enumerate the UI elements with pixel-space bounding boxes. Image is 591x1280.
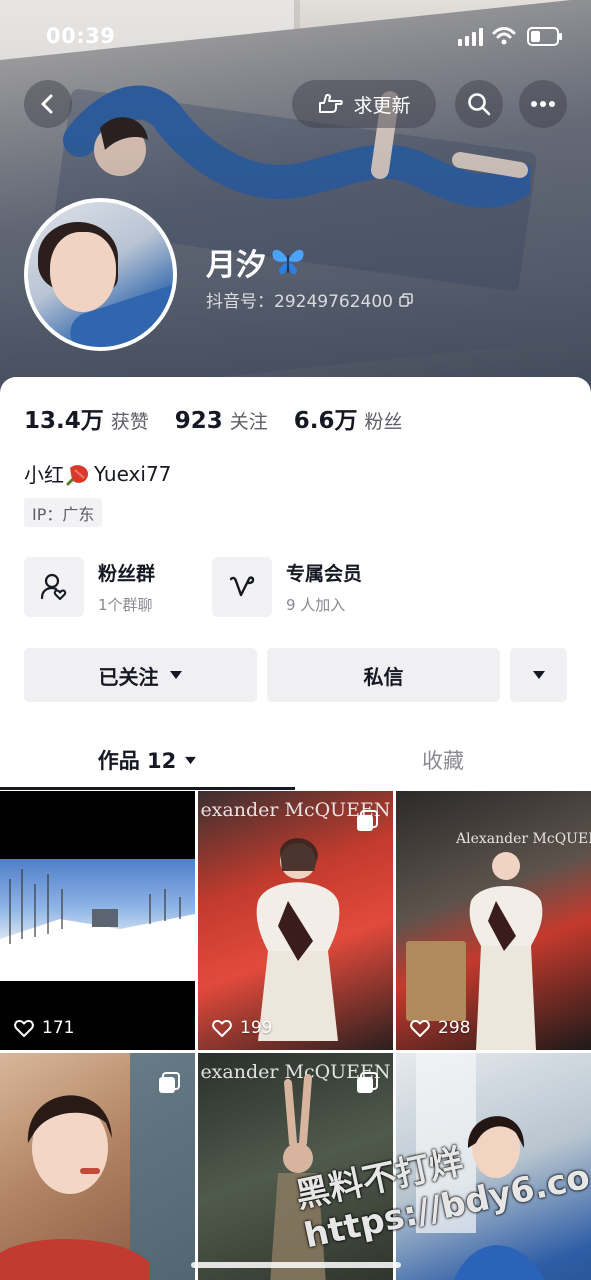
douyin-id: 抖音号：29249762400	[206, 287, 413, 312]
heart-outline-icon	[14, 1020, 34, 1037]
more-options-button[interactable]	[519, 80, 567, 128]
heart-outline-icon	[410, 1020, 430, 1037]
stat-followers-label: 粉丝	[364, 411, 403, 433]
douyin-id-text: 抖音号：29249762400	[206, 292, 393, 312]
stat-following-label: 关注	[229, 411, 268, 433]
multi-image-icon	[357, 810, 378, 831]
multi-image-icon	[159, 1072, 180, 1093]
tab-active-indicator	[0, 787, 295, 790]
profile-stats: 13.4万 获赞 923 关注 6.6万 粉丝	[24, 401, 429, 435]
home-indicator[interactable]	[191, 1262, 401, 1268]
following-button[interactable]: 已关注	[24, 648, 257, 702]
like-count: 199	[212, 1018, 272, 1038]
member-v-icon	[229, 576, 255, 597]
fans-group-sub: 1个群聊	[98, 596, 153, 614]
stat-following-value: 923	[174, 408, 223, 434]
bio-suffix: Yuexi77	[94, 461, 172, 486]
tab-works-label: 作品 12	[97, 749, 177, 773]
video-thumbnail[interactable]: exander McQUEEN 199	[198, 791, 393, 1050]
wifi-icon	[492, 27, 516, 45]
member-sub: 9 人加入	[286, 596, 346, 614]
fans-group-icon-box	[24, 557, 84, 617]
caret-down-icon	[532, 671, 545, 679]
exclusive-member-entry[interactable]: 专属会员 9 人加入	[212, 557, 362, 617]
person-figure-image	[469, 852, 543, 1050]
butterfly-icon	[272, 249, 304, 275]
fans-group-icon	[40, 573, 67, 600]
ip-location-tag: IP：广东	[24, 498, 103, 527]
video-thumbnail[interactable]: 171	[0, 791, 195, 1050]
back-button[interactable]	[24, 80, 72, 128]
caret-down-icon	[169, 671, 182, 679]
video-thumbnail[interactable]	[0, 1053, 195, 1280]
status-time: 00:39	[46, 24, 116, 48]
tab-favorites[interactable]: 收藏	[295, 732, 591, 788]
cellular-signal-icon	[458, 28, 483, 46]
thumbnail-image	[0, 859, 195, 981]
stand-image	[406, 941, 466, 1021]
multi-image-icon	[357, 1072, 378, 1093]
stat-likes[interactable]: 13.4万 获赞	[24, 401, 149, 435]
more-actions-button[interactable]	[510, 648, 567, 702]
request-update-button[interactable]: 求更新	[292, 80, 436, 128]
search-icon	[468, 93, 491, 116]
battery-icon	[527, 27, 562, 46]
stat-following[interactable]: 923 关注	[175, 407, 268, 434]
caret-down-icon	[185, 756, 197, 764]
tab-favorites-label: 收藏	[422, 749, 464, 773]
snow-scene-image	[0, 869, 195, 981]
profile-tabs: 作品 12 收藏	[0, 732, 591, 790]
stat-likes-value: 13.4万	[24, 408, 104, 434]
search-button[interactable]	[455, 80, 503, 128]
hand-point-icon	[319, 93, 344, 113]
request-update-label: 求更新	[353, 94, 411, 117]
like-count: 171	[14, 1018, 74, 1038]
like-count: 298	[410, 1018, 470, 1038]
avatar[interactable]	[24, 198, 177, 351]
message-button[interactable]: 私信	[267, 648, 500, 702]
fans-group-title: 粉丝群	[98, 563, 156, 585]
fans-group-entry[interactable]: 粉丝群 1个群聊	[24, 557, 155, 617]
heart-outline-icon	[212, 1020, 232, 1037]
like-count-value: 171	[42, 1018, 75, 1038]
like-count-value: 298	[438, 1018, 471, 1038]
tab-works[interactable]: 作品 12	[0, 732, 295, 788]
stat-followers-value: 6.6万	[293, 408, 358, 434]
message-label: 私信	[363, 664, 404, 689]
member-icon-box	[212, 557, 272, 617]
profile-bio: 小红 Yuexi77	[24, 459, 171, 488]
chevron-left-icon	[41, 94, 53, 114]
copy-icon[interactable]	[399, 292, 413, 307]
stat-likes-label: 获赞	[110, 411, 149, 433]
status-bar: 00:39	[0, 22, 591, 54]
video-thumbnail[interactable]: Alexander McQUEEN 298	[396, 791, 591, 1050]
red-book-icon	[66, 464, 88, 485]
profile-name-text: 月汐	[206, 248, 266, 283]
bio-prefix: 小红	[24, 463, 64, 487]
ellipsis-icon	[531, 101, 555, 107]
member-title: 专属会员	[286, 563, 363, 585]
person-figure-image	[256, 838, 340, 1041]
following-label: 已关注	[98, 664, 159, 689]
stat-followers[interactable]: 6.6万 粉丝	[294, 401, 403, 435]
like-count-value: 199	[240, 1018, 273, 1038]
profile-name: 月汐	[206, 240, 306, 284]
